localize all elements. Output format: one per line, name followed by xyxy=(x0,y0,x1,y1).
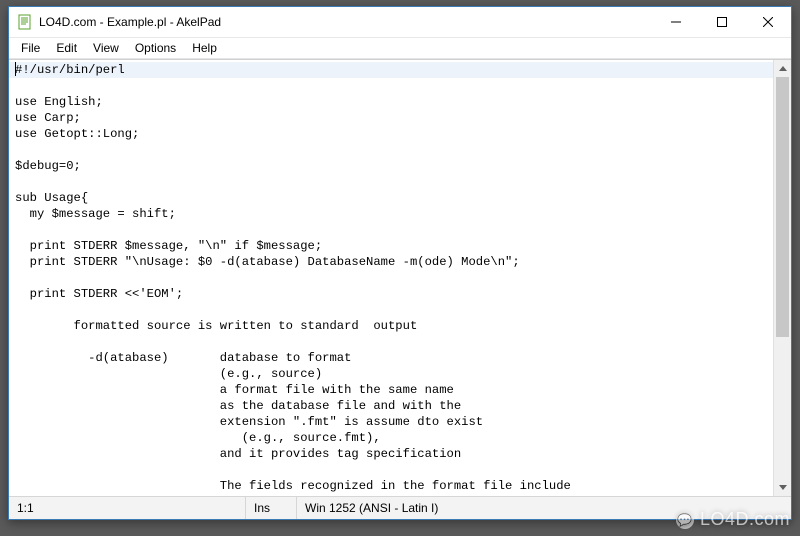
scrollbar-thumb[interactable] xyxy=(776,77,789,337)
insert-mode: Ins xyxy=(246,497,297,519)
close-icon xyxy=(763,17,773,27)
window-title: LO4D.com - Example.pl - AkelPad xyxy=(39,15,653,29)
maximize-icon xyxy=(717,17,727,27)
speech-bubble-icon: 💬 xyxy=(676,511,694,529)
editor-content: #!/usr/bin/perl use English; use Carp; u… xyxy=(9,60,773,496)
chevron-up-icon xyxy=(779,66,787,71)
close-button[interactable] xyxy=(745,7,791,37)
title-bar: LO4D.com - Example.pl - AkelPad xyxy=(9,7,791,38)
window-controls xyxy=(653,7,791,37)
cursor-position: 1:1 xyxy=(9,497,246,519)
minimize-button[interactable] xyxy=(653,7,699,37)
menu-edit[interactable]: Edit xyxy=(48,39,85,57)
vertical-scrollbar[interactable] xyxy=(773,60,791,496)
menu-file[interactable]: File xyxy=(13,39,48,57)
menu-view[interactable]: View xyxy=(85,39,127,57)
minimize-icon xyxy=(671,17,681,27)
menu-help[interactable]: Help xyxy=(184,39,225,57)
maximize-button[interactable] xyxy=(699,7,745,37)
text-caret xyxy=(15,62,16,76)
scrollbar-track[interactable] xyxy=(774,77,791,479)
editor-area: #!/usr/bin/perl use English; use Carp; u… xyxy=(9,59,791,496)
status-bar: 1:1 Ins Win 1252 (ANSI - Latin I) xyxy=(9,496,791,519)
scroll-up-button[interactable] xyxy=(774,60,791,77)
menu-bar: File Edit View Options Help xyxy=(9,38,791,59)
watermark: 💬 LO4D.com xyxy=(676,509,790,530)
app-icon xyxy=(17,14,33,30)
chevron-down-icon xyxy=(779,485,787,490)
watermark-text: LO4D.com xyxy=(700,509,790,530)
menu-options[interactable]: Options xyxy=(127,39,184,57)
app-window: LO4D.com - Example.pl - AkelPad File Edi… xyxy=(8,6,792,520)
text-editor[interactable]: #!/usr/bin/perl use English; use Carp; u… xyxy=(9,60,773,496)
scroll-down-button[interactable] xyxy=(774,479,791,496)
